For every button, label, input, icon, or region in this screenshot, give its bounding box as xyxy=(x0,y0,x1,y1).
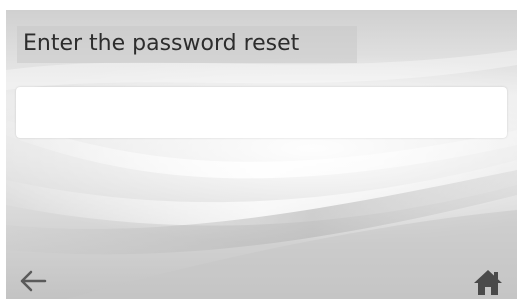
page-title: Enter the password reset xyxy=(23,31,300,56)
back-button[interactable] xyxy=(18,269,52,297)
home-icon xyxy=(474,270,502,295)
touch-screen: Enter the password reset xyxy=(6,10,517,299)
arrow-left-icon xyxy=(20,270,47,292)
password-reset-input[interactable] xyxy=(16,87,507,138)
home-button[interactable] xyxy=(472,268,506,296)
